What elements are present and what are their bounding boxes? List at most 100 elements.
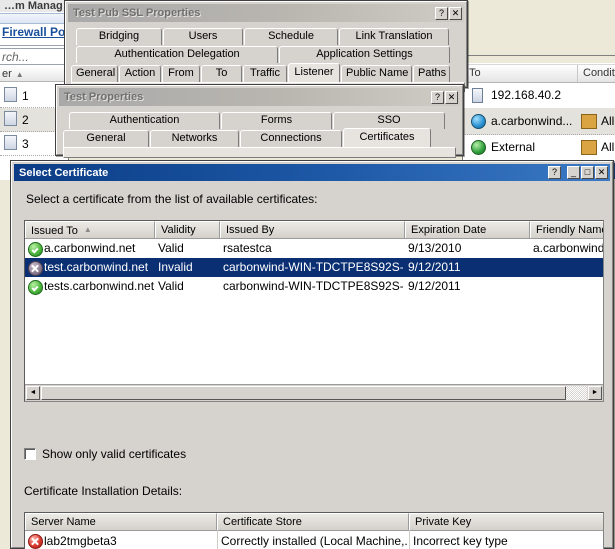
maximize-button[interactable]: □ xyxy=(581,166,594,179)
horizontal-scrollbar[interactable]: ◄ ► xyxy=(25,384,603,401)
rule-icon xyxy=(4,111,17,126)
tab-general[interactable]: General xyxy=(63,130,149,147)
select-certificate-dialog[interactable]: Select Certificate ? _ □ ✕ Select a cert… xyxy=(10,160,614,549)
cell-certificate-store: Correctly installed (Local Machine,... xyxy=(221,534,407,548)
select-certificate-titlebar[interactable]: Select Certificate ? _ □ ✕ xyxy=(14,164,610,181)
minimize-button[interactable]: _ xyxy=(567,166,580,179)
column-to: To xyxy=(469,67,481,79)
testprops-tabrow-1: Authentication Forms SSO xyxy=(69,112,446,129)
tab-authentication-delegation[interactable]: Authentication Delegation xyxy=(76,46,278,63)
firewall-policy-link[interactable]: Firewall Pol xyxy=(2,24,68,40)
certificate-listview[interactable]: Issued To ▲ Validity Issued By Expiration… xyxy=(24,220,604,402)
table-row[interactable]: 192.168.40.2 xyxy=(463,82,615,109)
rule-to-label: External xyxy=(491,140,536,154)
close-button[interactable]: ✕ xyxy=(449,6,462,20)
tab-authentication[interactable]: Authentication xyxy=(69,112,220,129)
valid-check-icon xyxy=(28,242,43,257)
help-button[interactable]: ? xyxy=(548,166,561,179)
search-input[interactable]: rch... xyxy=(0,48,68,65)
tab-certificates[interactable]: Certificates xyxy=(343,128,431,147)
valid-check-icon xyxy=(28,280,43,295)
scrollbar-thumb[interactable] xyxy=(41,386,566,400)
tab-schedule[interactable]: Schedule xyxy=(244,28,338,45)
table-row[interactable]: a.carbonwind... All U xyxy=(463,108,615,135)
close-button[interactable]: ✕ xyxy=(445,90,458,104)
test-properties-window[interactable]: Test Properties ? ✕ Authentication Forms… xyxy=(55,84,464,158)
cell-friendly-name: a.carbonwind.n xyxy=(533,241,604,255)
instruction-label: Select a certificate from the list of av… xyxy=(26,192,318,206)
tab-public-name[interactable]: Public Name xyxy=(341,65,412,82)
testprops-tabrow-2: General Networks Connections Certificate… xyxy=(63,128,432,147)
test-pub-ssl-properties-window[interactable]: Test Pub SSL Properties ? ✕ Bridging Use… xyxy=(64,0,468,92)
tab-connections[interactable]: Connections xyxy=(240,130,342,147)
scroll-left-arrow-icon[interactable]: ◄ xyxy=(26,386,40,400)
tab-link-translation[interactable]: Link Translation xyxy=(339,28,449,45)
column-validity[interactable]: Validity xyxy=(155,221,220,238)
column-issued-to[interactable]: Issued To ▲ xyxy=(25,221,155,238)
help-button[interactable]: ? xyxy=(435,6,448,20)
scroll-right-arrow-icon[interactable]: ► xyxy=(588,386,602,400)
globe-icon xyxy=(471,140,486,155)
cell-validity: Valid xyxy=(158,241,184,255)
cell-issued-to: a.carbonwind.net xyxy=(44,241,136,255)
table-row[interactable]: a.carbonwind.net Valid rsatestca 9/13/20… xyxy=(25,239,603,258)
help-button[interactable]: ? xyxy=(431,90,444,104)
tab-users[interactable]: Users xyxy=(163,28,243,45)
invalid-x-icon xyxy=(28,261,43,276)
tab-forms[interactable]: Forms xyxy=(221,112,332,129)
cell-private-key: Incorrect key type xyxy=(413,534,508,548)
table-row[interactable]: lab2tmgbeta3 Correctly installed (Local … xyxy=(25,531,603,549)
column-server-name[interactable]: Server Name xyxy=(25,513,217,530)
pubssl-titlebar[interactable]: Test Pub SSL Properties ? ✕ xyxy=(68,4,464,22)
testprops-tab-page xyxy=(63,147,456,158)
tab-from[interactable]: From xyxy=(162,65,200,82)
column-issued-to-label: Issued To xyxy=(31,225,78,237)
select-certificate-body: Select a certificate from the list of av… xyxy=(14,183,610,549)
tab-to[interactable]: To xyxy=(201,65,242,82)
right-list-header[interactable]: To Conditi xyxy=(463,64,615,83)
column-private-key[interactable]: Private Key xyxy=(409,513,603,530)
column-issued-by[interactable]: Issued By xyxy=(220,221,405,238)
testprops-title: Test Properties xyxy=(64,91,144,103)
show-only-valid-certificates-checkbox[interactable]: Show only valid certificates xyxy=(24,447,186,461)
table-row[interactable]: tests.carbonwind.net Valid carbonwind-WI… xyxy=(25,277,603,296)
tab-traffic[interactable]: Traffic xyxy=(243,65,287,82)
list-item-label: 3 xyxy=(22,137,29,151)
cell-expiration-date: 9/13/2010 xyxy=(408,241,462,255)
tab-general[interactable]: General xyxy=(71,65,118,82)
right-list-spacer xyxy=(463,56,615,63)
cell-issued-by: carbonwind-WIN-TDCTPE8S92S-CA xyxy=(223,260,403,274)
checkbox-box[interactable] xyxy=(24,448,36,460)
tab-bridging[interactable]: Bridging xyxy=(76,28,162,45)
select-certificate-titlebar-buttons: ? _ □ ✕ xyxy=(548,166,608,179)
pubssl-tabrow-3: General Action From To Traffic Listener … xyxy=(71,63,451,82)
cell-expiration-date: 9/12/2011 xyxy=(408,279,461,293)
tab-networks[interactable]: Networks xyxy=(150,130,239,147)
close-button[interactable]: ✕ xyxy=(595,166,608,179)
divider xyxy=(0,45,68,46)
column-friendly-name[interactable]: Friendly Name xyxy=(530,221,603,238)
table-row[interactable]: External All U xyxy=(463,134,615,161)
column-certificate-store[interactable]: Certificate Store xyxy=(217,513,409,530)
error-x-icon xyxy=(28,534,43,549)
sort-asc-icon: ▲ xyxy=(15,70,24,79)
pubssl-tabrow-2: Authentication Delegation Application Se… xyxy=(76,46,451,63)
testprops-titlebar[interactable]: Test Properties ? ✕ xyxy=(59,88,460,106)
left-list-column-header[interactable]: er ▲ xyxy=(0,66,68,82)
console-toolbar-band xyxy=(0,13,68,24)
left-column-label: er xyxy=(2,68,12,80)
testprops-titlebar-buttons: ? ✕ xyxy=(431,90,458,104)
tab-application-settings[interactable]: Application Settings xyxy=(279,46,450,63)
sort-ascending-icon: ▲ xyxy=(83,225,92,234)
installation-details-header: Server Name Certificate Store Private Ke… xyxy=(25,513,603,531)
column-condition: Conditi xyxy=(583,67,615,79)
tab-sso[interactable]: SSO xyxy=(333,112,445,129)
tab-paths[interactable]: Paths xyxy=(413,65,450,82)
column-divider xyxy=(577,65,578,82)
installation-details-label: Certificate Installation Details: xyxy=(24,484,183,498)
installation-details-listview[interactable]: Server Name Certificate Store Private Ke… xyxy=(24,512,604,549)
tab-listener[interactable]: Listener xyxy=(288,63,340,82)
table-row[interactable]: test.carbonwind.net Invalid carbonwind-W… xyxy=(25,258,603,277)
tab-action[interactable]: Action xyxy=(119,65,161,82)
column-expiration-date[interactable]: Expiration Date xyxy=(405,221,530,238)
